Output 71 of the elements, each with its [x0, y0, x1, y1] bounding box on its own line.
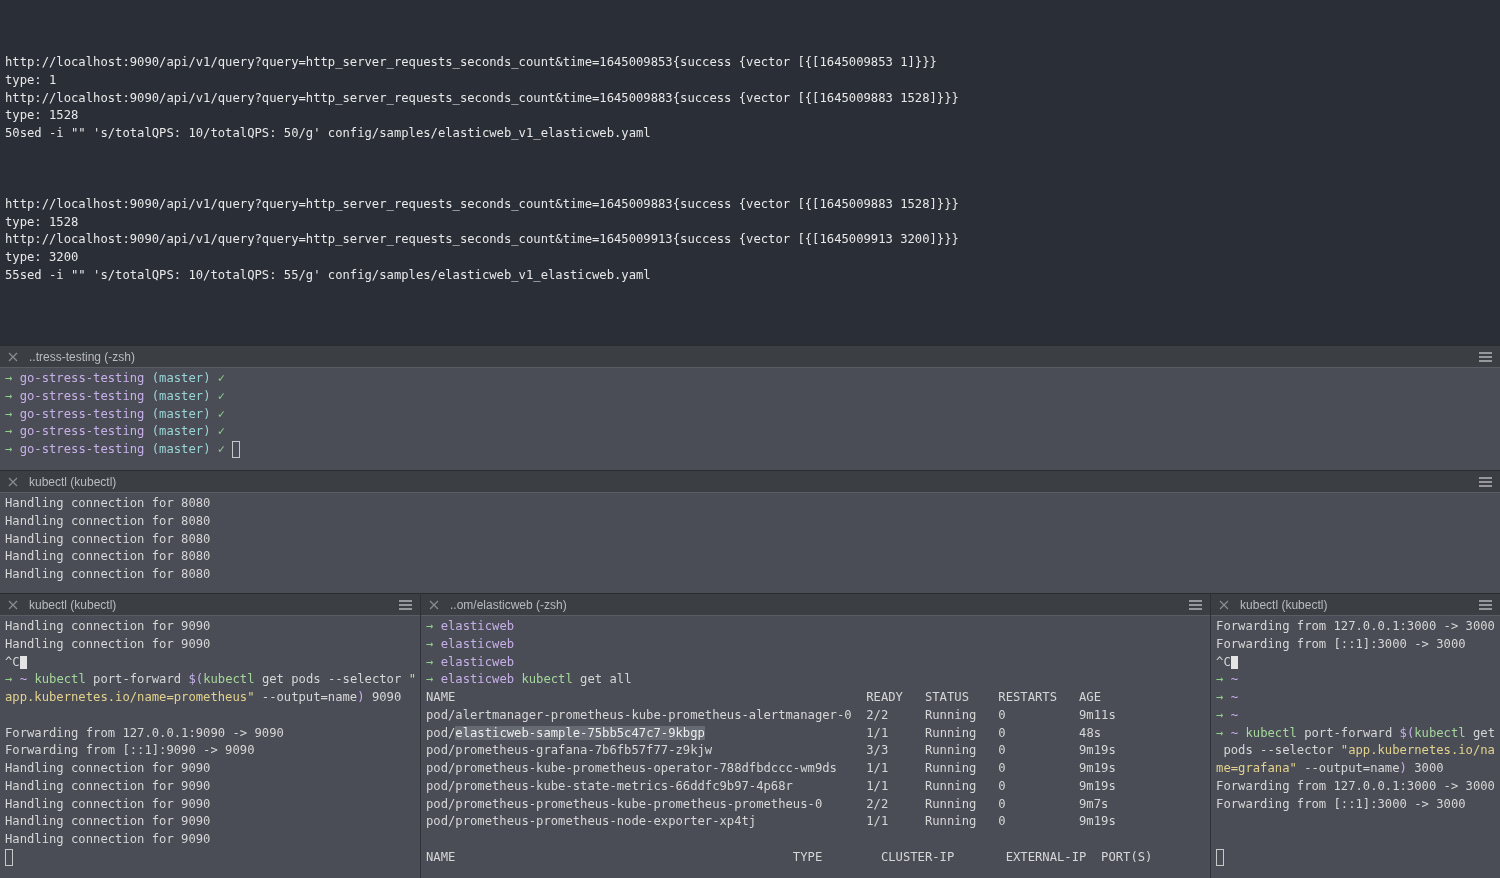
menu-icon[interactable]	[399, 599, 412, 610]
terminal-line: pod/elasticweb-sample-75bb5c47c7-9kbgp 1/1 Running 0 48s	[426, 724, 1102, 742]
pane-title: kubectl (kubectl)	[29, 474, 118, 489]
terminal-line: 50sed -i "" 's/totalQPS: 10/totalQPS: 50/g' config/samples/elasticweb_v1_elasticweb.yaml	[5, 125, 651, 142]
terminal-line: type: 1528	[5, 213, 79, 231]
terminal-line: Forwarding from [::1]:9090 -> 9090	[5, 742, 255, 760]
menu-icon[interactable]	[1479, 599, 1492, 610]
terminal-line: → elasticweb	[426, 618, 515, 635]
terminal-line: type: 3200	[5, 249, 79, 266]
terminal-line: Handling connection for 8080	[5, 530, 211, 548]
terminal-line: → go-stress-testing (master) ✓	[5, 423, 226, 441]
close-icon[interactable]	[8, 599, 18, 610]
terminal-line: pod/prometheus-grafana-7b6fb57f77-z9kjw 3/3 Running 0 9m19s	[426, 742, 1116, 760]
terminal-line: → go-stress-testing (master) ✓	[5, 441, 226, 458]
terminal-line: → ~ kubectl port-forward $(kubectl get	[1216, 724, 1495, 742]
close-icon[interactable]	[1219, 599, 1230, 610]
terminal-line: → go-stress-testing (master) ✓	[5, 387, 226, 405]
terminal-line: Handling connection for 9090	[5, 618, 211, 635]
terminal-line: type: 1528	[5, 107, 79, 125]
terminal-line: app.kubernetes.io/name=prometheus" --output=name) 9090	[5, 689, 402, 706]
terminal-line: 55sed -i "" 's/totalQPS: 10/totalQPS: 55/g' config/samples/elasticweb_v1_elasticweb.yaml	[5, 266, 651, 284]
terminal-line: → elasticweb	[426, 635, 515, 653]
terminal-line: http://localhost:9090/api/v1/query?query=http_server_requests_seconds_count&time=1645009883{success {vector [{[1645009883 1528]}}}	[5, 89, 959, 107]
terminal-line: → ~	[1216, 689, 1239, 706]
terminal-line: pod/prometheus-kube-prometheus-operator-788dfbdccc-wm9ds 1/1 Running 0 9m19s	[426, 760, 1116, 777]
terminal-line: pod/prometheus-prometheus-kube-prometheus-prometheus-0 2/2 Running 0 9m7s	[426, 795, 1109, 813]
terminal-line: type: 1	[5, 71, 57, 89]
pane-title: ..om/elasticweb (-zsh)	[450, 597, 568, 612]
terminal-line: → go-stress-testing (master) ✓	[5, 405, 226, 423]
terminal-line: NAME READY STATUS RESTARTS AGE	[426, 689, 1102, 706]
terminal-line: http://localhost:9090/api/v1/query?query=http_server_requests_seconds_count&time=1645009853{success {vector [{[1645009853 1]}}}	[5, 54, 937, 71]
terminal-line: Forwarding from 127.0.0.1:3000 -> 3000	[1216, 777, 1495, 795]
terminal-line: Handling connection for 8080	[5, 548, 211, 566]
menu-icon[interactable]	[1479, 476, 1492, 487]
pane-title: kubectl (kubectl)	[1240, 597, 1329, 612]
terminal-line: Handling connection for 8080	[5, 495, 211, 512]
menu-icon[interactable]	[1189, 599, 1203, 610]
terminal-line: pod/prometheus-prometheus-node-exporter-xp4tj 1/1 Running 0 9m19s	[426, 813, 1116, 831]
terminal-line: pod/prometheus-kube-state-metrics-66ddfc9b97-4p68r 1/1 Running 0 9m19s	[426, 777, 1116, 795]
close-icon[interactable]	[8, 351, 18, 362]
terminal-line: Handling connection for 9090	[5, 635, 211, 653]
pane-title: ..tress-testing (-zsh)	[29, 349, 137, 364]
terminal-line: ^C	[5, 653, 20, 671]
terminal-line: Handling connection for 9090	[5, 831, 211, 848]
terminal-line: ^C	[1216, 653, 1231, 671]
terminal-line: pods --selector "app.kubernetes.io/na	[1222, 742, 1495, 760]
terminal-line: Handling connection for 9090	[5, 813, 211, 831]
close-icon[interactable]	[429, 599, 439, 610]
terminal-line: → elasticweb	[426, 653, 515, 671]
terminal-line: → elasticweb kubectl get all	[426, 671, 632, 689]
terminal-line: me=grafana" --output=name) 3000	[1216, 760, 1444, 777]
terminal-line: Handling connection for 8080	[5, 566, 211, 583]
pane-title: kubectl (kubectl)	[29, 597, 118, 612]
menu-icon[interactable]	[1479, 351, 1492, 362]
terminal-line: → go-stress-testing (master) ✓	[5, 370, 226, 387]
terminal-line: Handling connection for 9090	[5, 777, 211, 795]
close-icon[interactable]	[8, 476, 18, 487]
terminal-line: Handling connection for 9090	[5, 795, 211, 813]
terminal-line: http://localhost:9090/api/v1/query?query=http_server_requests_seconds_count&time=1645009913{success {vector [{[1645009913 3200]}}}	[5, 231, 959, 249]
terminal-line: pod/alertmanager-prometheus-kube-prometheus-alertmanager-0 2/2 Running 0 9m11s	[426, 706, 1116, 724]
terminal-line: Handling connection for 9090	[5, 760, 211, 777]
terminal-line: Handling connection for 8080	[5, 512, 211, 530]
terminal-line: Forwarding from 127.0.0.1:9090 -> 9090	[5, 724, 284, 742]
terminal-line: NAME TYPE CLUSTER-IP EXTERNAL-IP PORT(S)	[426, 848, 1153, 866]
terminal-line: http://localhost:9090/api/v1/query?query=http_server_requests_seconds_count&time=1645009883{success {vector [{[1645009883 1528]}}}	[5, 195, 959, 213]
terminal-line: Forwarding from [::1]:3000 -> 3000	[1216, 635, 1466, 653]
terminal-line: → ~ kubectl port-forward $(kubectl get pods --selector "	[5, 671, 416, 689]
terminal-line: → ~	[1216, 706, 1239, 724]
terminal-line: Forwarding from 127.0.0.1:3000 -> 3000	[1216, 618, 1495, 635]
terminal-line: Forwarding from [::1]:3000 -> 3000	[1216, 795, 1466, 813]
terminal-line: → ~	[1216, 671, 1239, 689]
